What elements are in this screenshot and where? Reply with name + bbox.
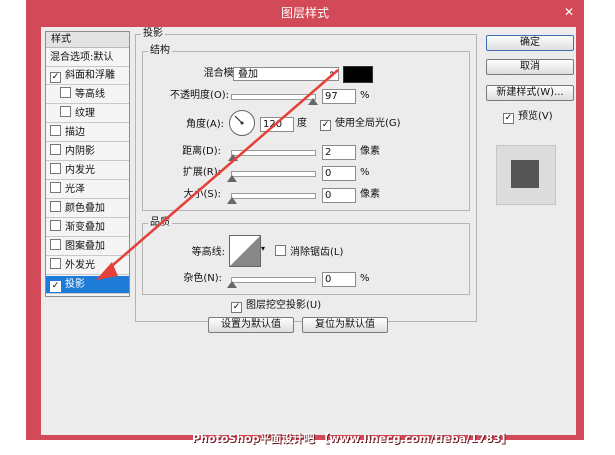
annotation-arrow-icon <box>96 69 339 280</box>
watermark-text: PhotoShop平面设计吧 【www.linecg.com/tieba/178… <box>192 432 512 445</box>
